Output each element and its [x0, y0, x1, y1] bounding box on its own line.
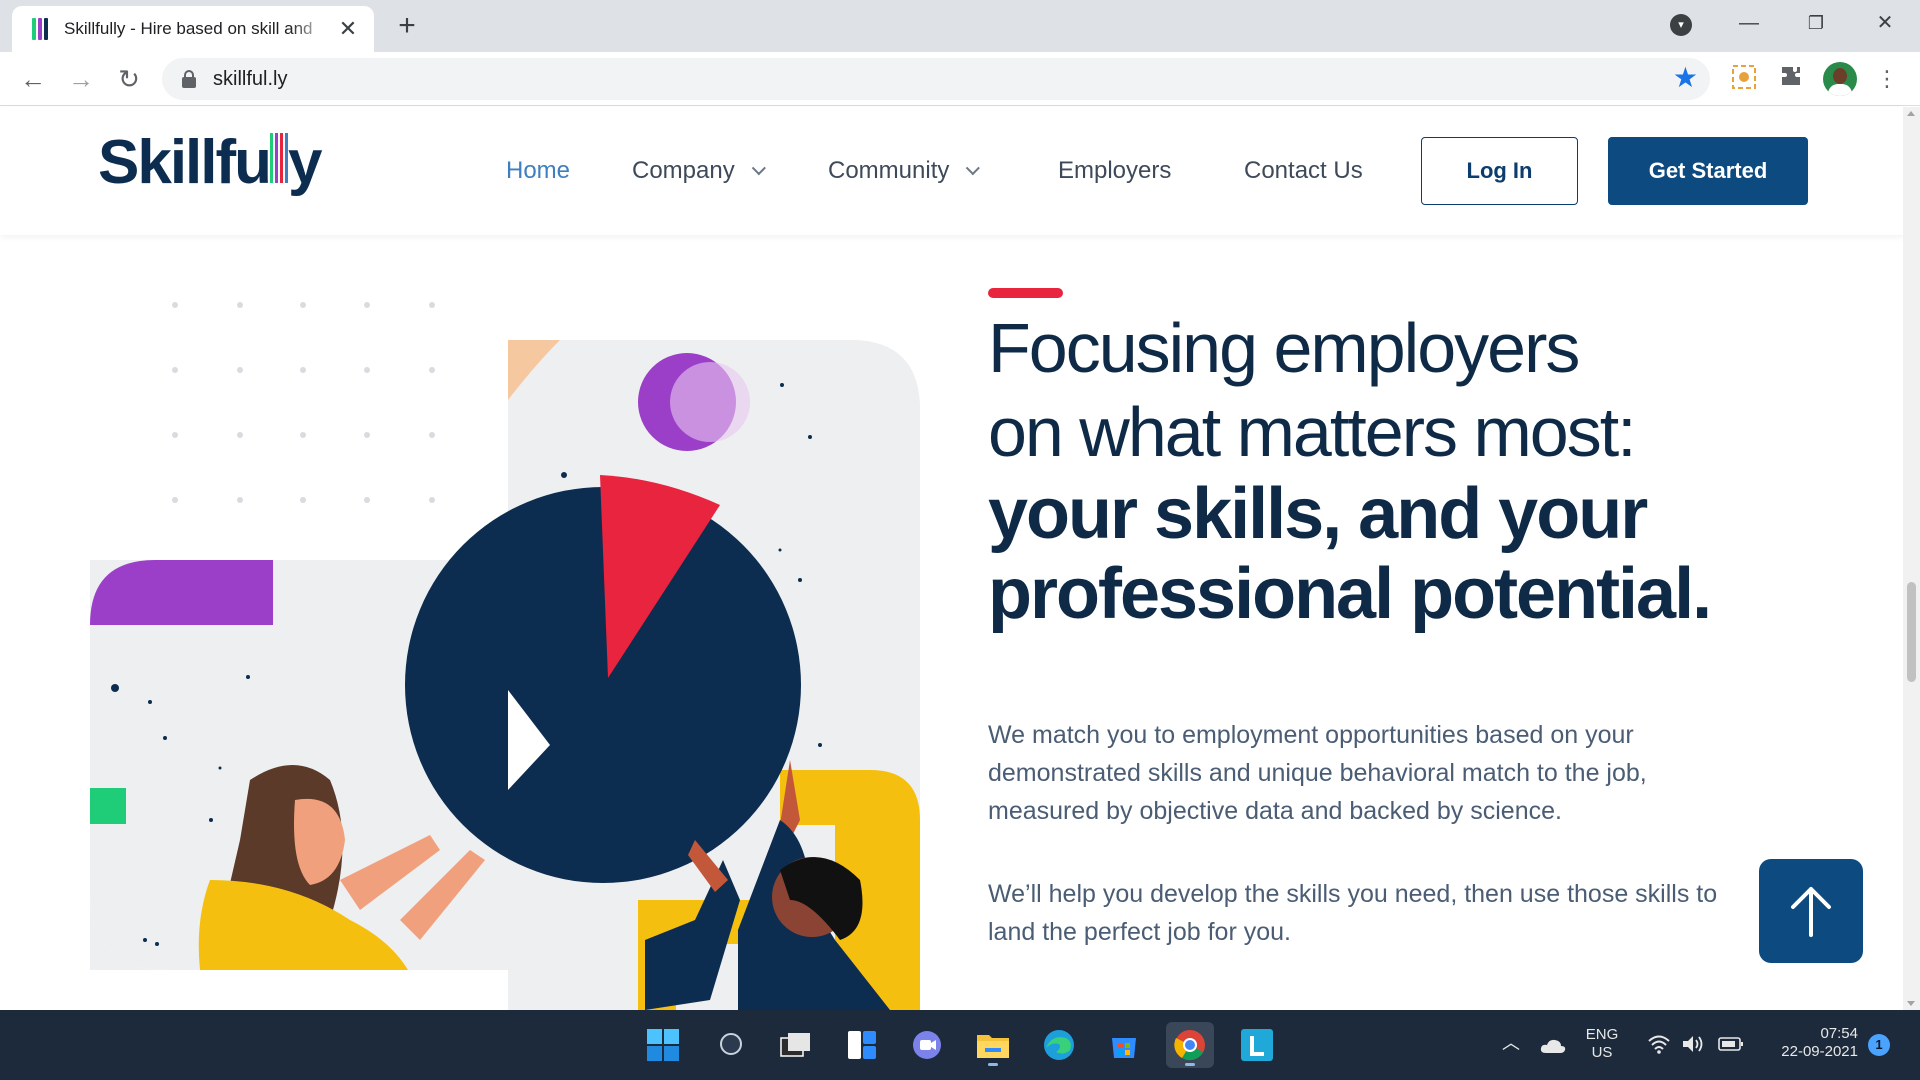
site-header: Skillfu y Home Company Community Employer… [0, 107, 1903, 235]
nav-community[interactable]: Community [828, 157, 981, 185]
browser-tab-strip: Skillfully - Hire based on skill and ✕ +… [0, 0, 1920, 52]
scroll-to-top-button[interactable] [1759, 859, 1863, 963]
tab-search-icon[interactable]: ▾ [1670, 14, 1692, 36]
nav-company-label: Company [632, 157, 735, 184]
hero-paragraph-1: We match you to employment opportunities… [988, 721, 1647, 825]
logo-color-bars [270, 133, 289, 183]
notification-badge[interactable]: 1 [1868, 1034, 1890, 1056]
scroll-down-arrow-icon[interactable] [1907, 1001, 1915, 1006]
chevron-down-icon [751, 161, 766, 176]
minimize-icon[interactable]: — [1729, 8, 1769, 38]
arrow-up-icon [1791, 887, 1831, 937]
scroll-up-arrow-icon[interactable] [1907, 111, 1915, 116]
wifi-icon[interactable] [1648, 1034, 1670, 1059]
edge-browser-icon[interactable] [1035, 1022, 1083, 1068]
browser-toolbar: ← → ↻ skillful.ly ★ ⋮ [0, 52, 1920, 106]
address-bar[interactable]: skillful.ly ★ [162, 58, 1710, 100]
dot-grid [172, 302, 435, 503]
hero-headline: Focusing employers on what matters most:… [988, 306, 1748, 634]
language-line-2: US [1591, 1044, 1613, 1061]
microsoft-store-icon[interactable] [1100, 1022, 1148, 1068]
skillfully-favicon-icon [32, 18, 48, 40]
nav-home[interactable]: Home [506, 157, 570, 185]
l-app-icon[interactable] [1233, 1022, 1281, 1068]
chrome-menu-icon[interactable]: ⋮ [1872, 64, 1902, 94]
widgets-icon[interactable] [838, 1022, 886, 1068]
tab-title: Skillfully - Hire based on skill and [64, 19, 313, 38]
file-explorer-icon[interactable] [969, 1022, 1017, 1068]
profile-avatar[interactable] [1823, 62, 1857, 96]
browser-tab[interactable]: Skillfully - Hire based on skill and ✕ [12, 6, 374, 52]
onedrive-cloud-icon[interactable] [1540, 1038, 1566, 1059]
tab-close-icon[interactable]: ✕ [336, 17, 360, 41]
reload-icon[interactable]: ↻ [112, 62, 146, 96]
start-windows-icon[interactable] [639, 1022, 687, 1068]
task-view-icon[interactable] [772, 1022, 820, 1068]
show-hidden-icons-chevron-icon[interactable]: ︿ [1502, 1034, 1520, 1052]
clock-time: 07:54 [1820, 1025, 1858, 1042]
nav-contact-us[interactable]: Contact Us [1244, 157, 1363, 185]
battery-icon[interactable] [1718, 1037, 1744, 1056]
teams-chat-icon[interactable] [903, 1022, 951, 1068]
get-started-button[interactable]: Get Started [1608, 137, 1808, 205]
nav-company[interactable]: Company [632, 157, 766, 185]
clock-date: 22-09-2021 [1781, 1043, 1858, 1060]
screenshot-extension-icon[interactable] [1729, 64, 1759, 94]
url-text[interactable]: skillful.ly [213, 68, 287, 91]
clock[interactable]: 07:54 22-09-2021 [1758, 1025, 1858, 1061]
lock-icon[interactable] [182, 70, 196, 88]
hero-paragraph-2: We’ll help you develop the skills you ne… [988, 880, 1718, 946]
volume-icon[interactable] [1681, 1034, 1705, 1059]
new-tab-button[interactable]: + [392, 11, 422, 42]
nav-employers[interactable]: Employers [1058, 157, 1171, 185]
bookmark-star-icon[interactable]: ★ [1673, 63, 1698, 93]
hero-illustration [90, 302, 920, 1010]
skillfully-logo[interactable]: Skillfu y [98, 127, 323, 198]
page-scrollbar[interactable] [1903, 107, 1920, 1010]
restore-icon[interactable]: ❐ [1796, 8, 1836, 38]
login-button[interactable]: Log In [1421, 137, 1578, 205]
chevron-down-icon [966, 161, 981, 176]
back-icon[interactable]: ← [16, 62, 50, 96]
window-close-icon[interactable]: ✕ [1865, 8, 1905, 38]
search-icon[interactable] [708, 1022, 756, 1068]
extensions-puzzle-icon[interactable] [1776, 64, 1806, 94]
headline-line-1: Focusing employers [988, 309, 1580, 387]
chrome-browser-icon[interactable] [1166, 1022, 1214, 1068]
forward-icon[interactable]: → [64, 62, 98, 96]
language-line-1: ENG [1585, 1026, 1619, 1043]
windows-taskbar: ︿ ENG US 07:54 22-09-2021 [0, 1010, 1920, 1080]
language-indicator[interactable]: ENG US [1580, 1026, 1624, 1062]
accent-bar [988, 288, 1063, 298]
scrollbar-thumb[interactable] [1907, 582, 1916, 682]
headline-line-4: professional potential. [988, 554, 1712, 634]
headline-line-2: on what matters most: [988, 393, 1637, 471]
headline-line-3: your skills, and your [988, 474, 1648, 554]
nav-community-label: Community [828, 157, 950, 184]
